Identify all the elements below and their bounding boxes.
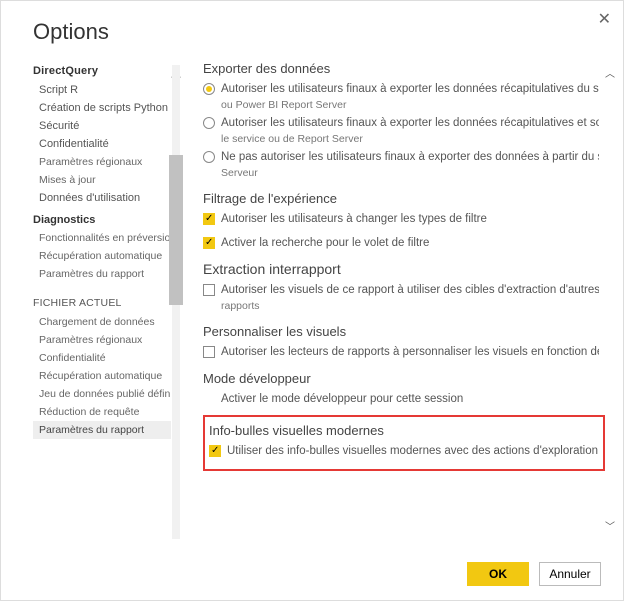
sidebar-item-queryreduction[interactable]: Réduction de requête [33, 403, 171, 421]
option-sublabel: rapports [221, 300, 260, 312]
chevron-down-icon[interactable]: ﹀ [603, 518, 617, 533]
sidebar-item-privacy-f[interactable]: Confidentialité [33, 349, 171, 367]
section-export: Exporter des données [203, 61, 599, 76]
section-modern-tooltips: Info-bulles visuelles modernes [209, 423, 599, 438]
dialog-title: Options [1, 1, 623, 59]
sidebar-item-regional[interactable]: Paramètres régionaux [33, 153, 171, 171]
option-label: Autoriser les lecteurs de rapports à per… [221, 345, 599, 361]
option-label: Autoriser les utilisateurs finaux à expo… [221, 117, 599, 129]
checkbox-icon[interactable] [203, 237, 215, 249]
radio-icon[interactable] [203, 83, 215, 95]
chevron-up-icon[interactable]: ︿ [603, 65, 617, 80]
filter-option-2[interactable]: Activer la recherche pour le volet de fi… [203, 236, 599, 252]
dev-option-1: Activer le mode développeur pour cette s… [203, 392, 599, 408]
option-label: Utiliser des info-bulles visuelles moder… [227, 444, 599, 460]
sidebar-item-autorecover-f[interactable]: Récupération automatique [33, 367, 171, 385]
option-label: Activer le mode développeur pour cette s… [221, 392, 599, 408]
tooltip-option-1[interactable]: Utiliser des info-bulles visuelles moder… [209, 444, 599, 460]
checkbox-icon[interactable] [203, 213, 215, 225]
close-icon[interactable]: ✕ [598, 9, 611, 29]
export-option-3[interactable]: Ne pas autoriser les utilisateurs finaux… [203, 150, 599, 181]
highlight-box: Info-bulles visuelles modernes Utiliser … [203, 415, 605, 471]
sidebar-item-security[interactable]: Sécurité [33, 117, 171, 135]
sidebar-item-dataload[interactable]: Chargement de données [33, 313, 171, 331]
section-directquery: DirectQuery [33, 65, 171, 77]
sidebar-item-usage[interactable]: Données d'utilisation [33, 189, 171, 207]
option-sublabel: le service ou de Report Server [221, 133, 363, 145]
sidebar-item-privacy[interactable]: Confidentialité [33, 135, 171, 153]
checkbox-icon[interactable] [203, 346, 215, 358]
section-diagnostics: Diagnostics [33, 211, 171, 229]
filter-option-1[interactable]: Autoriser les utilisateurs à changer les… [203, 212, 599, 228]
option-label: Autoriser les visuels de ce rapport à ut… [221, 284, 599, 296]
radio-icon[interactable] [203, 151, 215, 163]
main-scrollbar[interactable]: ︿ ﹀ [603, 65, 617, 533]
sidebar-item-script-r[interactable]: Script R [33, 81, 171, 99]
sidebar-item-reportsettings-f[interactable]: Paramètres du rapport [33, 421, 171, 439]
checkbox-icon[interactable] [209, 445, 221, 457]
option-label: Activer la recherche pour le volet de fi… [221, 236, 599, 252]
sidebar-item-preview[interactable]: Fonctionnalités en préversion [33, 229, 171, 247]
export-option-1[interactable]: Autoriser les utilisateurs finaux à expo… [203, 82, 599, 113]
main-panel: Exporter des données Autoriser les utili… [183, 59, 623, 539]
section-filter: Filtrage de l'expérience [203, 191, 599, 206]
sidebar-item-regional-f[interactable]: Paramètres régionaux [33, 331, 171, 349]
section-devmode: Mode développeur [203, 371, 599, 386]
sidebar-item-autorecover-g[interactable]: Récupération automatique [33, 247, 171, 265]
dialog-footer: OK Annuler [467, 562, 601, 586]
section-current-file: FICHIER ACTUEL [33, 297, 171, 309]
export-option-2[interactable]: Autoriser les utilisateurs finaux à expo… [203, 116, 599, 147]
section-personalize: Personnaliser les visuels [203, 324, 599, 339]
sidebar-item-updates[interactable]: Mises à jour [33, 171, 171, 189]
option-label: Ne pas autoriser les utilisateurs finaux… [221, 151, 599, 163]
section-crossreport: Extraction interrapport [203, 261, 599, 277]
content-area: DirectQuery ︿ Script R Création de scrip… [1, 59, 623, 539]
option-label: Autoriser les utilisateurs finaux à expo… [221, 83, 599, 95]
cross-option-1[interactable]: Autoriser les visuels de ce rapport à ut… [203, 283, 599, 314]
sidebar-item-published-dataset[interactable]: Jeu de données publié défini… [33, 385, 171, 403]
ok-button[interactable]: OK [467, 562, 529, 586]
sidebar-item-reportsettings-g[interactable]: Paramètres du rapport [33, 265, 171, 283]
option-sublabel: Serveur [221, 167, 258, 179]
option-label: Autoriser les utilisateurs à changer les… [221, 212, 599, 228]
radio-icon[interactable] [203, 117, 215, 129]
sidebar-item-python[interactable]: Création de scripts Python [33, 99, 171, 117]
sidebar: DirectQuery ︿ Script R Création de scrip… [33, 59, 183, 539]
checkbox-icon[interactable] [203, 284, 215, 296]
sidebar-scrollbar[interactable] [169, 65, 183, 539]
cancel-button[interactable]: Annuler [539, 562, 601, 586]
perso-option-1[interactable]: Autoriser les lecteurs de rapports à per… [203, 345, 599, 361]
option-sublabel: ou Power BI Report Server [221, 99, 346, 111]
